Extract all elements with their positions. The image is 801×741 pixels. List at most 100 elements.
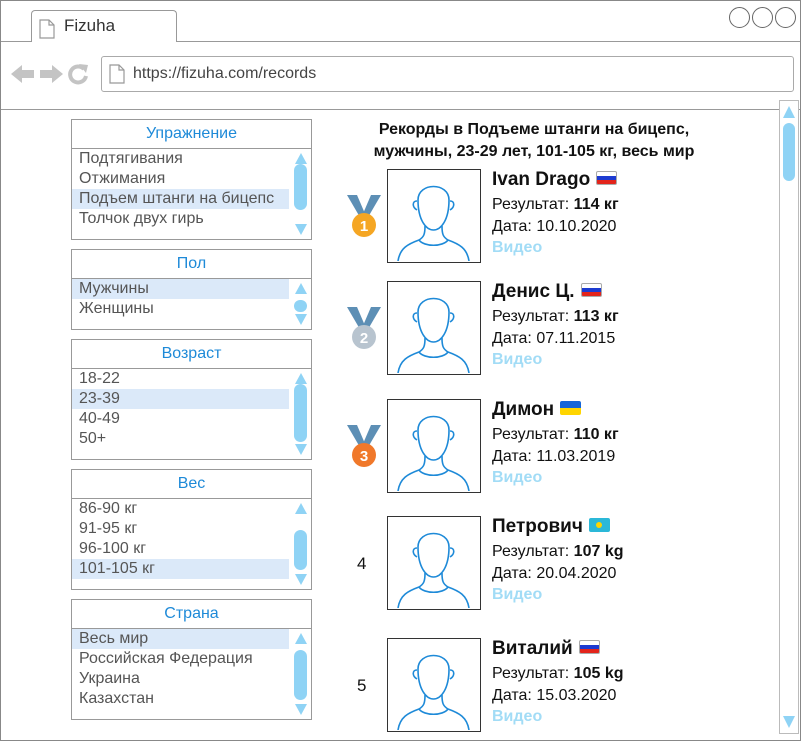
filter-option[interactable]: Женщины [72,299,289,319]
filter-option[interactable]: 40-49 [72,409,289,429]
medal-rank-number: 1 [360,218,368,235]
scroll-down-arrow-icon[interactable] [295,224,307,235]
flag-kz-icon [588,517,610,532]
date-value: 15.03.2020 [536,687,617,704]
scroll-down-arrow-icon[interactable] [295,704,307,715]
athlete-name-row: Димон [492,399,582,421]
medal-rank-number: 2 [360,330,368,347]
scroll-thumb[interactable] [294,650,307,700]
date-row: Дата: 11.03.2019 [492,448,615,466]
scroll-down-arrow-icon[interactable] [295,444,307,455]
filter-option[interactable]: 101-105 кг [72,559,289,579]
filter-listbox[interactable]: 18-22 23-39 40-49 50+ [72,369,311,459]
result-row: Результат: 113 кг [492,308,619,326]
result-row: Результат: 105 kg [492,665,623,683]
reload-icon[interactable] [67,63,89,85]
filter-panel: Возраст 18-22 23-39 40-49 50+ [71,339,312,460]
maximize-button[interactable] [752,7,773,28]
video-link[interactable]: Видео [492,586,542,604]
result-row: Результат: 110 кг [492,426,619,444]
scroll-thumb[interactable] [294,300,307,312]
filter-option[interactable]: Российская Федерация [72,649,289,669]
silver-medal-icon: 2 [347,307,381,349]
date-row: Дата: 07.11.2015 [492,330,615,348]
scroll-down-arrow-icon[interactable] [295,314,307,325]
filter-scrollbar[interactable] [291,370,309,458]
scroll-down-arrow-icon[interactable] [783,716,795,728]
filter-option[interactable]: Украина [72,669,289,689]
record-item: 5 Виталий Результат: 105 kg Дата: 15.03.202… [331,638,691,732]
filter-option[interactable]: 23-39 [72,389,289,409]
filter-option[interactable]: Толчок двух гирь [72,209,289,229]
filter-scrollbar[interactable] [291,150,309,238]
scroll-thumb[interactable] [294,530,307,570]
scroll-up-arrow-icon[interactable] [295,373,307,384]
filter-option[interactable]: Отжимания [72,169,289,189]
flag-ua-icon [560,400,582,415]
page-title-line-2: мужчины, 23-29 лет, 101-105 кг, весь мир [373,143,695,160]
date-row: Дата: 20.04.2020 [492,565,616,583]
athlete-name[interactable]: Виталий [492,638,573,659]
athlete-name[interactable]: Петрович [492,516,583,537]
scroll-thumb[interactable] [783,123,795,181]
filter-panel: Упражнение Подтягивания Отжимания Подъем шт… [71,119,312,240]
filter-option[interactable]: Подъем штанги на бицепс [72,189,289,209]
browser-tab[interactable]: Fizuha [31,10,177,42]
filter-option[interactable]: 50+ [72,429,289,449]
date-label: Дата: [492,218,532,235]
record-item: 3 Димон Результат: 110 кг Дата: 11.03.2019 В… [331,399,691,493]
filter-listbox[interactable]: Мужчины Женщины [72,279,311,329]
filter-scrollbar[interactable] [291,630,309,718]
filter-option[interactable]: 18-22 [72,369,289,389]
filter-listbox[interactable]: Весь мир Российская Федерация Украина Казах… [72,629,311,719]
filter-title: Вес [72,470,311,499]
athlete-name[interactable]: Ivan Drago [492,169,590,190]
filter-panel: Страна Весь мир Российская Федерация Украин… [71,599,312,720]
video-link[interactable]: Видео [492,239,542,257]
video-link[interactable]: Видео [492,708,542,726]
user-avatar-icon[interactable] [387,281,481,375]
user-avatar-icon[interactable] [387,399,481,493]
scroll-down-arrow-icon[interactable] [295,574,307,585]
filter-option[interactable]: 96-100 кг [72,539,289,559]
scroll-up-arrow-icon[interactable] [295,283,307,294]
athlete-name[interactable]: Денис Ц. [492,281,575,302]
filter-scrollbar[interactable] [291,280,309,328]
filter-listbox[interactable]: 86-90 кг 91-95 кг 96-100 кг 101-105 кг [72,499,311,589]
filter-listbox[interactable]: Подтягивания Отжимания Подъем штанги на би… [72,149,311,239]
page-title: Рекорды в Подъеме штанги на бицепс, мужч… [337,119,731,163]
video-link[interactable]: Видео [492,469,542,487]
date-label: Дата: [492,448,532,465]
scroll-thumb[interactable] [294,164,307,210]
back-arrow-icon[interactable] [11,64,35,84]
filter-option[interactable]: Подтягивания [72,149,289,169]
user-avatar-icon[interactable] [387,638,481,732]
user-avatar-icon[interactable] [387,516,481,610]
filter-scrollbar[interactable] [291,500,309,588]
scroll-up-arrow-icon[interactable] [295,153,307,164]
scroll-up-arrow-icon[interactable] [783,106,795,118]
filter-title: Пол [72,250,311,279]
page-title-line-1: Рекорды в Подъеме штанги на бицепс, [378,121,690,138]
scroll-up-arrow-icon[interactable] [295,503,307,514]
scroll-up-arrow-icon[interactable] [295,633,307,644]
result-row: Результат: 107 kg [492,543,623,561]
filter-option[interactable]: 86-90 кг [72,499,289,519]
close-button[interactable] [775,7,796,28]
tab-title: Fizuha [64,16,116,35]
scroll-thumb[interactable] [294,384,307,442]
filter-option[interactable]: 91-95 кг [72,519,289,539]
user-avatar-icon[interactable] [387,169,481,263]
navigation-bar: https://fizuha.com/records [1,42,800,110]
athlete-name[interactable]: Димон [492,399,554,420]
page-scrollbar[interactable] [779,100,799,734]
filter-option[interactable]: Весь мир [72,629,289,649]
filter-option[interactable]: Казахстан [72,689,289,709]
video-link[interactable]: Видео [492,351,542,369]
filter-title: Страна [72,600,311,629]
gold-medal-icon: 1 [347,195,381,237]
minimize-button[interactable] [729,7,750,28]
address-bar[interactable]: https://fizuha.com/records [101,56,794,92]
forward-arrow-icon[interactable] [39,64,63,84]
filter-option[interactable]: Мужчины [72,279,289,299]
